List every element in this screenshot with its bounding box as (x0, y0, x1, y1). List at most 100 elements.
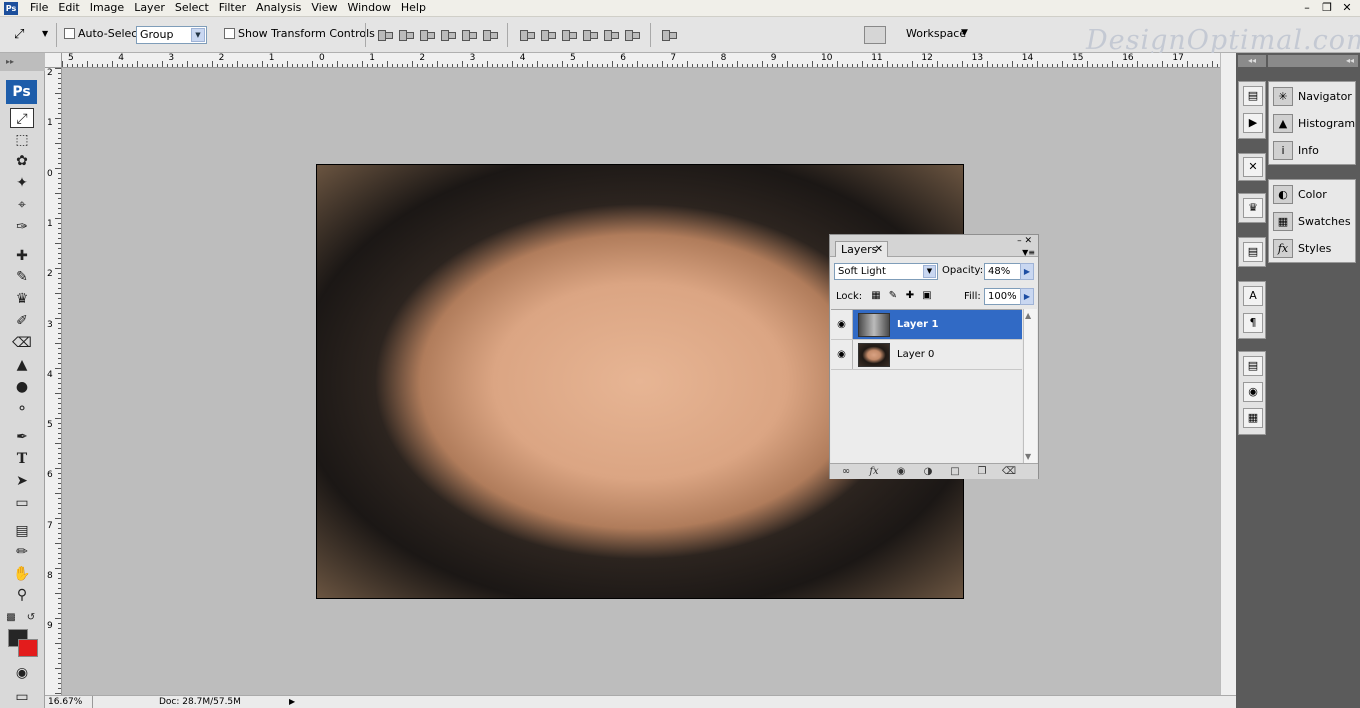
canvas-vertical-scrollbar[interactable] (1220, 53, 1236, 695)
opacity-input[interactable]: 48% (984, 263, 1021, 280)
marquee-tool-icon[interactable]: ⬚ (10, 130, 34, 150)
layer-comps-icon[interactable]: ▤ (1243, 242, 1263, 262)
distribute-hcenter-icon[interactable] (602, 28, 619, 41)
paths-icon[interactable]: ▦ (1243, 408, 1263, 428)
hand-tool-icon[interactable]: ✋ (10, 564, 34, 584)
blend-mode-dropdown[interactable]: Soft Light ▼ (834, 263, 938, 280)
fill-input[interactable]: 100% (984, 288, 1021, 305)
menu-filter[interactable]: Filter (214, 0, 251, 17)
paint-bucket-tool-icon[interactable]: ▲ (10, 355, 34, 375)
workspace-label[interactable]: Workspace (906, 27, 966, 40)
chevron-down-icon[interactable]: ▼ (42, 29, 48, 38)
dodge-tool-icon[interactable]: ⚬ (10, 399, 34, 419)
layer-list-scrollbar[interactable]: ▲ ▼ (1023, 309, 1037, 463)
channels-icon[interactable]: ◉ (1243, 382, 1263, 402)
chevron-down-icon[interactable]: ▼ (1025, 452, 1031, 461)
clone-stamp-tool-icon[interactable]: ♛ (10, 289, 34, 309)
chevron-right-icon[interactable]: ▶ (289, 696, 295, 708)
strip-grip[interactable]: ◂◂ (1238, 55, 1266, 67)
crop-tool-icon[interactable]: ⌖ (10, 195, 34, 215)
panel-swatches[interactable]: ▦ Swatches (1269, 208, 1355, 235)
distribute-left-icon[interactable] (581, 28, 598, 41)
menu-view[interactable]: View (306, 0, 342, 17)
brush-tool-icon[interactable]: ✎ (10, 267, 34, 287)
rectangle-tool-icon[interactable]: ▭ (10, 493, 34, 513)
chevron-up-icon[interactable]: ▲ (1025, 311, 1031, 320)
tool-presets-icon[interactable]: ✕ (1243, 157, 1263, 177)
layer-row-layer-0[interactable]: ◉ Layer 0 (831, 340, 1022, 370)
link-layers-icon[interactable]: ∞ (837, 465, 855, 478)
history-icon[interactable]: ▤ (1243, 86, 1263, 106)
clone-source-icon[interactable]: ♛ (1243, 198, 1263, 218)
show-transform-checkbox[interactable] (224, 28, 235, 39)
eraser-tool-icon[interactable]: ⌫ (10, 333, 34, 353)
menu-layer[interactable]: Layer (129, 0, 170, 17)
layer-row-layer-1[interactable]: ◉ Layer 1 (831, 310, 1022, 340)
trash-icon[interactable]: ⌫ (1000, 465, 1018, 478)
blur-tool-icon[interactable]: ● (10, 377, 34, 397)
auto-select-dropdown[interactable]: Group ▼ (136, 26, 207, 44)
menu-image[interactable]: Image (85, 0, 129, 17)
move-tool-preset-icon[interactable]: ⤢ (14, 27, 24, 42)
actions-icon[interactable]: ▶ (1243, 113, 1263, 133)
menu-window[interactable]: Window (342, 0, 395, 17)
panel-menu-icon[interactable]: ▼≡ (1022, 248, 1035, 257)
adjustment-layer-icon[interactable]: ◑ (919, 465, 937, 478)
eyedropper-tool-icon[interactable]: ✏ (10, 542, 34, 562)
chevron-down-icon[interactable]: ▼ (961, 28, 968, 38)
menu-edit[interactable]: Edit (53, 0, 84, 17)
align-top-icon[interactable] (376, 28, 393, 41)
zoom-tool-icon[interactable]: ⚲ (10, 585, 34, 605)
dock-grip[interactable]: ◂◂ (1268, 55, 1358, 67)
align-bottom-icon[interactable] (418, 28, 435, 41)
auto-select-checkbox[interactable] (64, 28, 75, 39)
close-icon[interactable]: ✕ (1340, 1, 1354, 15)
distribute-right-icon[interactable] (623, 28, 640, 41)
minimize-icon[interactable]: – (1300, 1, 1314, 15)
fill-slider-button[interactable]: ▶ (1020, 288, 1034, 305)
auto-align-icon[interactable] (660, 28, 677, 41)
quick-mask-icon[interactable]: ◉ (10, 663, 34, 683)
distribute-bottom-icon[interactable] (560, 28, 577, 41)
background-color-swatch[interactable] (18, 639, 38, 657)
distribute-vcenter-icon[interactable] (539, 28, 556, 41)
zoom-level[interactable]: 16.67% (48, 696, 93, 708)
default-colors-icon[interactable]: ▩ (4, 608, 18, 628)
layer-style-icon[interactable]: fx (865, 465, 883, 478)
lock-image-icon[interactable]: ✎ (887, 290, 899, 302)
swap-colors-icon[interactable]: ↺ (24, 608, 38, 628)
eye-icon[interactable]: ◉ (831, 340, 853, 369)
panel-styles[interactable]: fx Styles (1269, 235, 1355, 262)
workspace-icon[interactable] (864, 26, 886, 44)
toolbox-grip[interactable]: ▸▸ (0, 53, 45, 71)
panel-navigator[interactable]: ✳ Navigator (1269, 83, 1355, 110)
distribute-top-icon[interactable] (518, 28, 535, 41)
lock-position-icon[interactable]: ✚ (904, 290, 916, 302)
panel-color[interactable]: ◐ Color (1269, 181, 1355, 208)
align-hcenter-icon[interactable] (460, 28, 477, 41)
restore-icon[interactable]: ❐ (1320, 1, 1334, 15)
align-right-icon[interactable] (481, 28, 498, 41)
panel-minimize-close-icon[interactable]: – ✕ (1017, 236, 1032, 246)
character-icon[interactable]: A (1243, 286, 1263, 306)
lock-all-icon[interactable]: ▣ (921, 290, 933, 302)
history-brush-tool-icon[interactable]: ✐ (10, 311, 34, 331)
panel-info[interactable]: i Info (1269, 137, 1355, 164)
menu-analysis[interactable]: Analysis (251, 0, 306, 17)
pen-tool-icon[interactable]: ✒ (10, 427, 34, 447)
menu-select[interactable]: Select (170, 0, 214, 17)
align-vcenter-icon[interactable] (397, 28, 414, 41)
tab-layers[interactable]: Layers ✕ (835, 241, 888, 257)
move-tool-icon[interactable]: ⤢ (10, 108, 34, 128)
panel-histogram[interactable]: ▲ Histogram (1269, 110, 1355, 137)
eye-icon[interactable]: ◉ (831, 310, 853, 339)
type-tool-icon[interactable]: T (10, 449, 34, 469)
paragraph-icon[interactable]: ¶ (1243, 313, 1263, 333)
align-left-icon[interactable] (439, 28, 456, 41)
new-group-icon[interactable]: □ (946, 465, 964, 478)
notes-tool-icon[interactable]: ▤ (10, 521, 34, 541)
path-selection-tool-icon[interactable]: ➤ (10, 471, 34, 491)
brushes-icon[interactable]: ▤ (1243, 356, 1263, 376)
layer-mask-icon[interactable]: ◉ (892, 465, 910, 478)
slice-tool-icon[interactable]: ✑ (10, 217, 34, 237)
